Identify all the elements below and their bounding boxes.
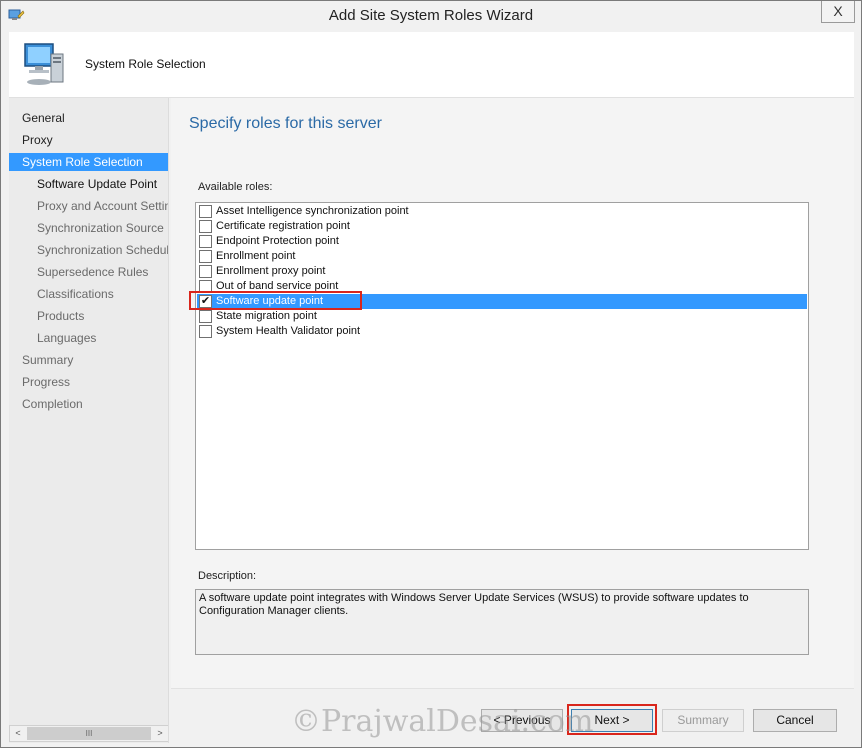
computer-icon	[24, 43, 64, 85]
close-button[interactable]: X	[821, 1, 855, 23]
nav-item-system-role-selection[interactable]: System Role Selection	[9, 153, 168, 171]
role-item-system-health-validator[interactable]: System Health Validator point	[197, 324, 807, 339]
nav-item-summary[interactable]: Summary	[9, 351, 168, 369]
nav-item-progress[interactable]: Progress	[9, 373, 168, 391]
scroll-left-arrow-icon[interactable]: <	[10, 726, 26, 741]
role-item-certificate-registration[interactable]: Certificate registration point	[197, 219, 807, 234]
role-checkbox[interactable]	[199, 235, 212, 248]
role-item-software-update-point[interactable]: ✔ Software update point	[189, 291, 807, 310]
role-label: Endpoint Protection point	[216, 235, 339, 247]
role-checkbox[interactable]	[199, 250, 212, 263]
page-title: Specify roles for this server	[189, 115, 382, 132]
role-item-asset-intelligence[interactable]: Asset Intelligence synchronization point	[197, 204, 807, 219]
wizard-content: Specify roles for this server Available …	[171, 98, 854, 688]
role-item-endpoint-protection[interactable]: Endpoint Protection point	[197, 234, 807, 249]
watermark: ©PrajwalDesai.com	[291, 704, 594, 739]
wizard-window: Add Site System Roles Wizard X System Ro…	[0, 0, 862, 748]
wizard-nav: General Proxy System Role Selection Soft…	[9, 98, 169, 743]
description-label: Description:	[198, 570, 257, 582]
nav-item-general[interactable]: General	[9, 109, 168, 127]
role-checkbox[interactable]	[199, 205, 212, 218]
available-roles-label: Available roles:	[198, 181, 273, 193]
nav-item-languages[interactable]: Languages	[9, 329, 168, 347]
roles-list: Asset Intelligence synchronization point…	[189, 202, 809, 550]
cancel-button[interactable]: Cancel	[753, 709, 837, 732]
role-label: Asset Intelligence synchronization point	[216, 205, 409, 217]
role-checkbox[interactable]	[199, 265, 212, 278]
role-item-enrollment-proxy[interactable]: Enrollment proxy point	[197, 264, 807, 279]
nav-item-software-update-point[interactable]: Software Update Point	[9, 175, 168, 193]
nav-horizontal-scrollbar[interactable]: < III >	[9, 725, 168, 742]
role-label: System Health Validator point	[216, 325, 361, 337]
nav-item-proxy-account-settings[interactable]: Proxy and Account Settings	[9, 197, 168, 215]
nav-item-synchronization-source[interactable]: Synchronization Source	[9, 219, 168, 237]
description-text: A software update point integrates with …	[195, 589, 809, 655]
role-label: Enrollment proxy point	[216, 265, 326, 277]
nav-item-classifications[interactable]: Classifications	[9, 285, 168, 303]
role-checkbox[interactable]	[199, 310, 212, 323]
role-label: Certificate registration point	[216, 220, 350, 232]
role-label: Enrollment point	[216, 250, 296, 262]
nav-item-supersedence-rules[interactable]: Supersedence Rules	[9, 263, 168, 281]
role-item-state-migration[interactable]: State migration point	[197, 309, 807, 324]
annotation-highlight-box	[189, 291, 362, 310]
scroll-right-arrow-icon[interactable]: >	[152, 726, 168, 741]
summary-button[interactable]: Summary	[662, 709, 744, 732]
window-title: Add Site System Roles Wizard	[328, 7, 534, 24]
title-bar: Add Site System Roles Wizard X	[1, 1, 861, 32]
nav-item-proxy[interactable]: Proxy	[9, 131, 168, 149]
wizard-header: System Role Selection	[9, 32, 854, 98]
role-checkbox[interactable]	[199, 220, 212, 233]
role-item-enrollment-point[interactable]: Enrollment point	[197, 249, 807, 264]
nav-item-synchronization-schedule[interactable]: Synchronization Schedule	[9, 241, 168, 259]
role-label: State migration point	[216, 310, 317, 322]
role-checkbox[interactable]	[199, 325, 212, 338]
header-title: System Role Selection	[85, 57, 206, 71]
scroll-thumb[interactable]: III	[27, 727, 151, 740]
nav-item-completion[interactable]: Completion	[9, 395, 168, 413]
nav-item-products[interactable]: Products	[9, 307, 168, 325]
